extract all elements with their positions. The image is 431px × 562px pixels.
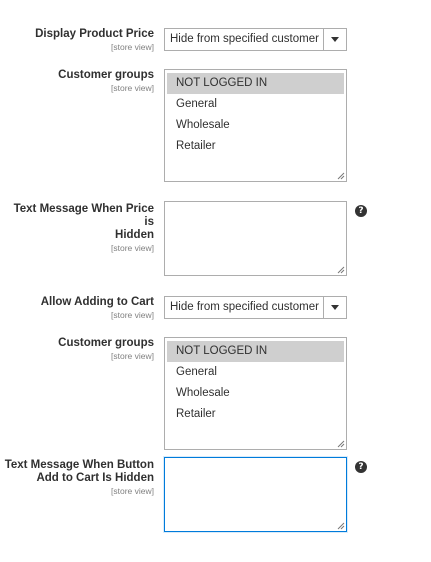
- resize-grip-icon[interactable]: [337, 172, 345, 180]
- resize-grip-icon[interactable]: [337, 522, 345, 530]
- customer-groups-2-option-general[interactable]: General: [167, 362, 344, 383]
- customer-groups-2-option-wholesale[interactable]: Wholesale: [167, 383, 344, 404]
- customer-groups-2-label: Customer groups [store view]: [4, 337, 154, 361]
- customer-groups-1-option-retailer[interactable]: Retailer: [167, 136, 344, 157]
- customer-groups-1-label: Customer groups [store view]: [4, 69, 154, 93]
- resize-grip-icon[interactable]: [337, 440, 345, 448]
- customer-groups-2-label-text: Customer groups: [58, 337, 154, 349]
- cart-hidden-message-label-line1: Text Message When Button: [4, 459, 154, 471]
- display-price-scope: [store view]: [111, 42, 154, 52]
- help-icon[interactable]: ?: [355, 205, 367, 217]
- customer-groups-1-label-text: Customer groups: [58, 69, 154, 81]
- allow-cart-label-text: Allow Adding to Cart: [40, 296, 154, 308]
- price-hidden-message-label-line1: Text Message When Price is: [13, 203, 154, 228]
- display-price-select[interactable]: Hide from specified customer: [164, 28, 347, 51]
- cart-hidden-message-label-line2: Add to Cart Is Hidden: [36, 472, 154, 484]
- help-icon[interactable]: ?: [355, 461, 367, 473]
- allow-cart-select[interactable]: Hide from specified customer: [164, 296, 347, 319]
- customer-groups-2-option-not-logged-in[interactable]: NOT LOGGED IN: [167, 341, 344, 362]
- price-hidden-message-textarea[interactable]: [164, 201, 347, 276]
- cart-hidden-message-textarea[interactable]: [164, 457, 347, 532]
- chevron-down-icon: [323, 29, 346, 50]
- customer-groups-2-option-retailer[interactable]: Retailer: [167, 404, 344, 425]
- price-hidden-message-label-line2: Hidden: [115, 229, 154, 241]
- display-price-label-text: Display Product Price: [35, 28, 154, 40]
- customer-groups-1-multiselect[interactable]: NOT LOGGED IN General Wholesale Retailer: [164, 69, 347, 182]
- customer-groups-1-option-not-logged-in[interactable]: NOT LOGGED IN: [167, 73, 344, 94]
- display-price-label: Display Product Price [store view]: [4, 28, 154, 52]
- chevron-down-icon: [323, 297, 346, 318]
- price-hidden-message-scope: [store view]: [111, 243, 154, 253]
- customer-groups-2-multiselect[interactable]: NOT LOGGED IN General Wholesale Retailer: [164, 337, 347, 450]
- customer-groups-1-scope: [store view]: [111, 83, 154, 93]
- customer-groups-2-scope: [store view]: [111, 351, 154, 361]
- cart-hidden-message-scope: [store view]: [111, 486, 154, 496]
- resize-grip-icon[interactable]: [337, 266, 345, 274]
- display-price-select-value: Hide from specified customer: [170, 33, 319, 45]
- customer-groups-1-option-wholesale[interactable]: Wholesale: [167, 115, 344, 136]
- allow-cart-label: Allow Adding to Cart [store view]: [4, 296, 154, 320]
- allow-cart-select-value: Hide from specified customer: [170, 301, 319, 313]
- customer-groups-1-option-general[interactable]: General: [167, 94, 344, 115]
- cart-hidden-message-label: Text Message When Button Add to Cart Is …: [4, 459, 154, 496]
- price-hidden-message-label: Text Message When Price is Hidden [store…: [4, 203, 154, 253]
- allow-cart-scope: [store view]: [111, 310, 154, 320]
